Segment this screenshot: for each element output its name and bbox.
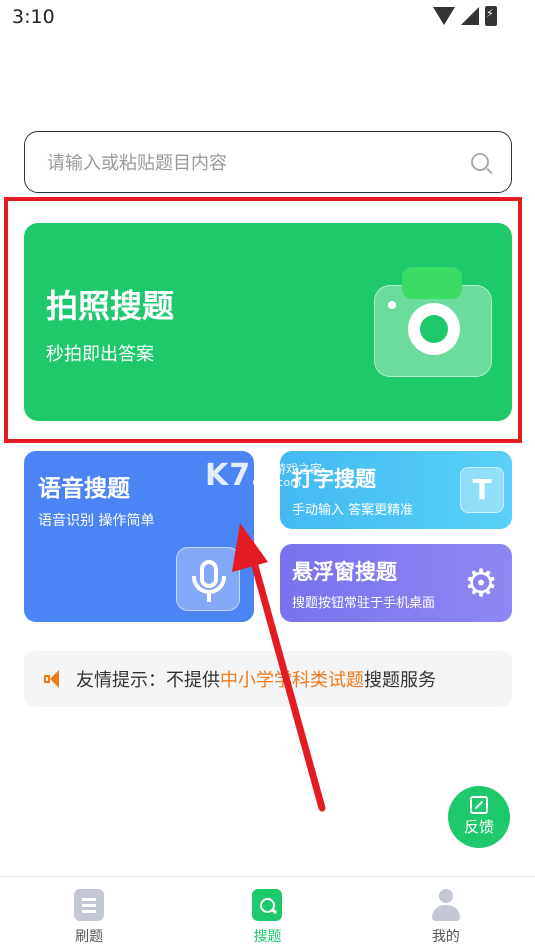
floating-window-search-title: 悬浮窗搜题 <box>292 560 397 584</box>
gear-icon: ⚙ <box>463 561 499 605</box>
notice-text: 友情提示：不提供中小学学科类试题搜题服务 <box>76 666 436 692</box>
notice-highlight: 中小学学科类试题 <box>220 670 364 691</box>
tab-practice[interactable]: 刷题 <box>0 877 178 951</box>
voice-search-title: 语音搜题 <box>38 476 130 502</box>
watermark-domain: .com <box>274 476 301 489</box>
document-icon <box>74 889 105 921</box>
battery-charging-icon <box>485 6 497 26</box>
tab-search-label: 搜题 <box>253 929 282 945</box>
status-icons <box>433 6 497 26</box>
notice-suffix: 搜题服务 <box>364 670 436 691</box>
highlight-frame <box>4 197 522 443</box>
text-input-icon: T <box>460 467 504 513</box>
type-search-subtitle: 手动输入 答案更精准 <box>292 503 414 518</box>
tab-profile[interactable]: 我的 <box>357 877 535 951</box>
bottom-navigation: 刷题 搜题 我的 <box>0 876 535 951</box>
feedback-label: 反馈 <box>463 818 494 836</box>
status-bar: 3:10 <box>0 0 535 36</box>
profile-icon <box>431 889 461 921</box>
signal-icon <box>461 7 479 25</box>
wifi-icon <box>433 7 455 25</box>
search-placeholder: 请输入或粘贴题目内容 <box>47 153 227 174</box>
speaker-icon <box>44 669 66 689</box>
edit-icon <box>470 796 488 814</box>
watermark-text: 游戏之家 <box>274 462 323 476</box>
feedback-button[interactable]: 反馈 <box>448 786 510 848</box>
microphone-icon <box>176 547 240 611</box>
search-input[interactable]: 请输入或粘贴题目内容 <box>24 131 512 193</box>
notice-prefix: 友情提示：不提供 <box>76 670 220 691</box>
search-icon[interactable] <box>471 153 489 171</box>
search-tab-icon <box>252 889 283 921</box>
app-screen: 3:10 请输入或粘贴题目内容 拍照搜题 秒拍即出答案 语音搜题 语音识别 操作… <box>0 0 535 951</box>
notice-bar: 友情提示：不提供中小学学科类试题搜题服务 <box>24 651 512 707</box>
tab-practice-label: 刷题 <box>75 929 104 945</box>
floating-window-search-subtitle: 搜题按钮常驻于手机桌面 <box>292 596 436 611</box>
tab-profile-label: 我的 <box>431 929 460 945</box>
watermark-logo: K73 <box>205 458 273 493</box>
voice-search-subtitle: 语音识别 操作简单 <box>38 513 155 529</box>
status-time: 3:10 <box>12 6 55 28</box>
tab-search[interactable]: 搜题 <box>178 877 356 951</box>
floating-window-search-card[interactable]: 悬浮窗搜题 搜题按钮常驻于手机桌面 ⚙ <box>280 544 512 622</box>
